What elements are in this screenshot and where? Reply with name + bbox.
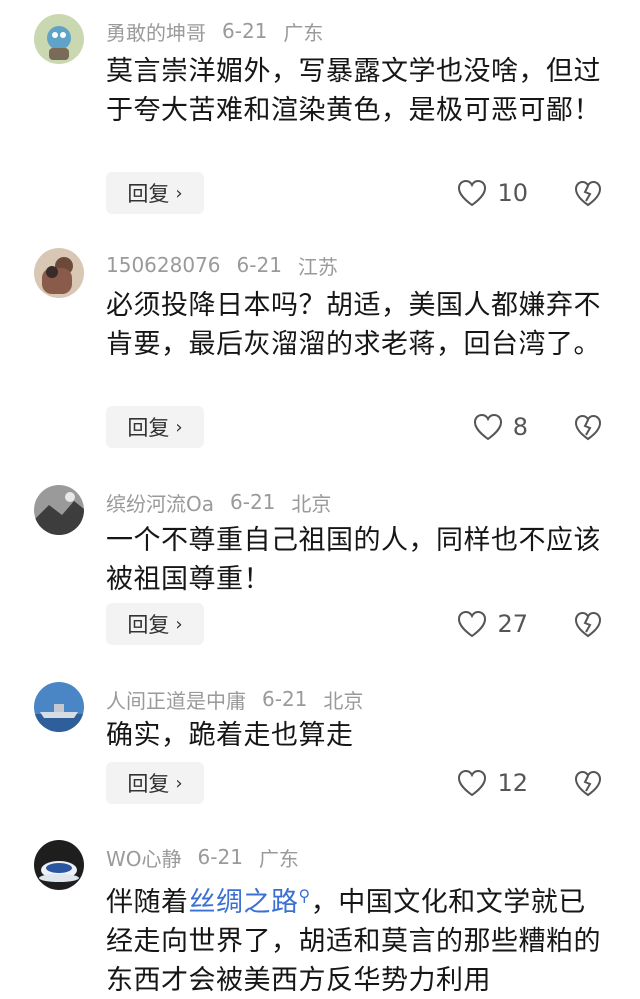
comment-text: 莫言崇洋媚外，写暴露文学也没啥，但过于夸大苦难和渲染黄色，是极可恶可鄙！: [106, 56, 601, 126]
reply-label: 回复: [127, 182, 170, 206]
avatar[interactable]: [34, 840, 84, 890]
comment-date: 6-21: [236, 253, 282, 277]
avatar[interactable]: [34, 485, 84, 535]
topic-link[interactable]: 丝绸之路⚲: [188, 886, 311, 918]
reply-button[interactable]: 回复 ›: [106, 762, 204, 804]
comment-location: 广东: [258, 846, 299, 871]
avatar[interactable]: [34, 248, 84, 298]
comment-text: 确实，跪着走也算走: [106, 720, 354, 751]
username[interactable]: 缤纷河流Oa: [106, 488, 214, 517]
username[interactable]: 150628076: [106, 253, 221, 277]
dislike-button[interactable]: [574, 406, 604, 448]
comment-location: 广东: [283, 20, 324, 45]
like-button[interactable]: 8: [473, 406, 528, 448]
comment-meta: 人间正道是中庸 6-21 北京: [106, 684, 379, 714]
comment-meta: 150628076 6-21 江苏: [106, 250, 354, 280]
reply-label: 回复: [127, 416, 170, 440]
comment-date: 6-21: [222, 19, 268, 43]
comment-text: 伴随着丝绸之路⚲，中国文化和文学就已经走向世界了，胡适和莫言的那些糟粕的东西才会…: [106, 876, 606, 999]
username[interactable]: 勇敢的坤哥: [106, 17, 206, 46]
chevron-right-icon: ›: [175, 772, 183, 794]
avatar[interactable]: [34, 682, 84, 732]
reply-label: 回复: [127, 772, 170, 796]
heart-outline-icon: [458, 610, 487, 638]
comment-meta: 勇敢的坤哥 6-21 广东: [106, 16, 339, 46]
username[interactable]: WO心静: [106, 843, 182, 872]
comment-date: 6-21: [262, 687, 308, 711]
like-count: 10: [497, 179, 528, 207]
like-count: 27: [497, 610, 528, 638]
broken-heart-icon: [574, 414, 602, 440]
comment-location: 北京: [291, 491, 332, 516]
comment-date: 6-21: [197, 845, 243, 869]
reply-button[interactable]: 回复 ›: [106, 172, 204, 214]
broken-heart-icon: [574, 611, 602, 637]
comment-location: 北京: [323, 688, 364, 713]
broken-heart-icon: [574, 180, 602, 206]
reply-button[interactable]: 回复 ›: [106, 603, 204, 645]
reply-button[interactable]: 回复 ›: [106, 406, 204, 448]
broken-heart-icon: [574, 770, 602, 796]
comment-location: 江苏: [297, 254, 338, 279]
heart-outline-icon: [458, 179, 487, 207]
chevron-right-icon: ›: [175, 182, 183, 204]
chevron-right-icon: ›: [175, 416, 183, 438]
comment-text: 一个不尊重自己祖国的人，同样也不应该被祖国尊重！: [106, 525, 601, 595]
chevron-right-icon: ›: [175, 613, 183, 635]
like-button[interactable]: 12: [457, 762, 528, 804]
like-button[interactable]: 10: [457, 172, 528, 214]
like-count: 8: [512, 413, 528, 441]
avatar[interactable]: [34, 14, 84, 64]
dislike-button[interactable]: [574, 603, 604, 645]
username[interactable]: 人间正道是中庸: [106, 685, 246, 714]
reply-label: 回复: [127, 613, 170, 637]
like-count: 12: [497, 769, 528, 797]
comment-text: 必须投降日本吗？胡适，美国人都嫌弃不肯要，最后灰溜溜的求老蒋，回台湾了。: [106, 290, 601, 360]
magnifier-icon: ⚲: [298, 886, 311, 905]
comment-date: 6-21: [230, 490, 276, 514]
like-button[interactable]: 27: [457, 603, 528, 645]
topic-link-text: 丝绸之路: [188, 887, 299, 918]
comment-meta: 缤纷河流Oa 6-21 北京: [106, 487, 347, 517]
comment-meta: WO心静 6-21 广东: [106, 842, 315, 872]
comment-text-before: 伴随着: [106, 887, 189, 918]
heart-outline-icon: [458, 769, 487, 797]
dislike-button[interactable]: [574, 172, 604, 214]
dislike-button[interactable]: [574, 762, 604, 804]
heart-outline-icon: [473, 413, 502, 441]
